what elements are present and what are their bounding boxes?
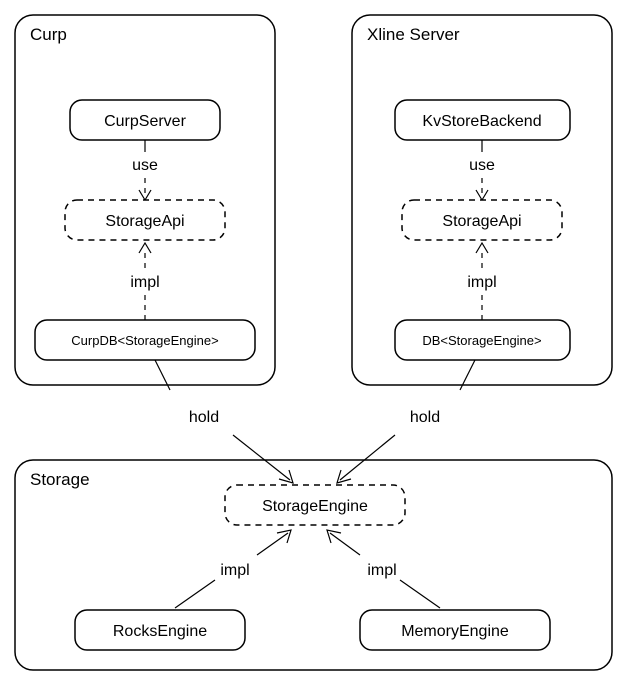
edge-impl4-part1 xyxy=(400,580,440,608)
curp-server-label: CurpServer xyxy=(104,113,186,130)
storage-api-1-label: StorageApi xyxy=(105,213,184,230)
rocks-engine-label: RocksEngine xyxy=(113,623,207,640)
memory-engine-label: MemoryEngine xyxy=(401,623,509,640)
edge-hold1-part2 xyxy=(233,435,290,480)
edge-impl1-arrow xyxy=(139,243,151,253)
kv-store-backend-label: KvStoreBackend xyxy=(422,113,541,130)
edge-impl1-label: impl xyxy=(130,274,159,291)
storage-api-2-label: StorageApi xyxy=(442,213,521,230)
curp-title: Curp xyxy=(30,25,67,44)
edge-impl3-label: impl xyxy=(220,562,249,579)
storage-title: Storage xyxy=(30,470,90,489)
edge-impl2-arrow xyxy=(476,243,488,253)
edge-use2-label: use xyxy=(469,157,495,174)
edge-hold2-label: hold xyxy=(410,409,440,426)
edge-impl3-part2 xyxy=(257,533,288,555)
edge-hold1-label: hold xyxy=(189,409,219,426)
edge-hold2-part2 xyxy=(340,435,395,480)
curp-db-label: CurpDB<StorageEngine> xyxy=(71,333,218,348)
xline-title: Xline Server xyxy=(367,25,460,44)
storage-engine-label: StorageEngine xyxy=(262,498,368,515)
db-label: DB<StorageEngine> xyxy=(422,333,541,348)
edge-use1-label: use xyxy=(132,157,158,174)
architecture-diagram: Curp CurpServer use StorageApi impl Curp… xyxy=(0,0,627,685)
edge-impl4-label: impl xyxy=(367,562,396,579)
edge-impl3-part1 xyxy=(175,580,215,608)
edge-impl2-label: impl xyxy=(467,274,496,291)
edge-impl4-part2 xyxy=(330,533,360,555)
